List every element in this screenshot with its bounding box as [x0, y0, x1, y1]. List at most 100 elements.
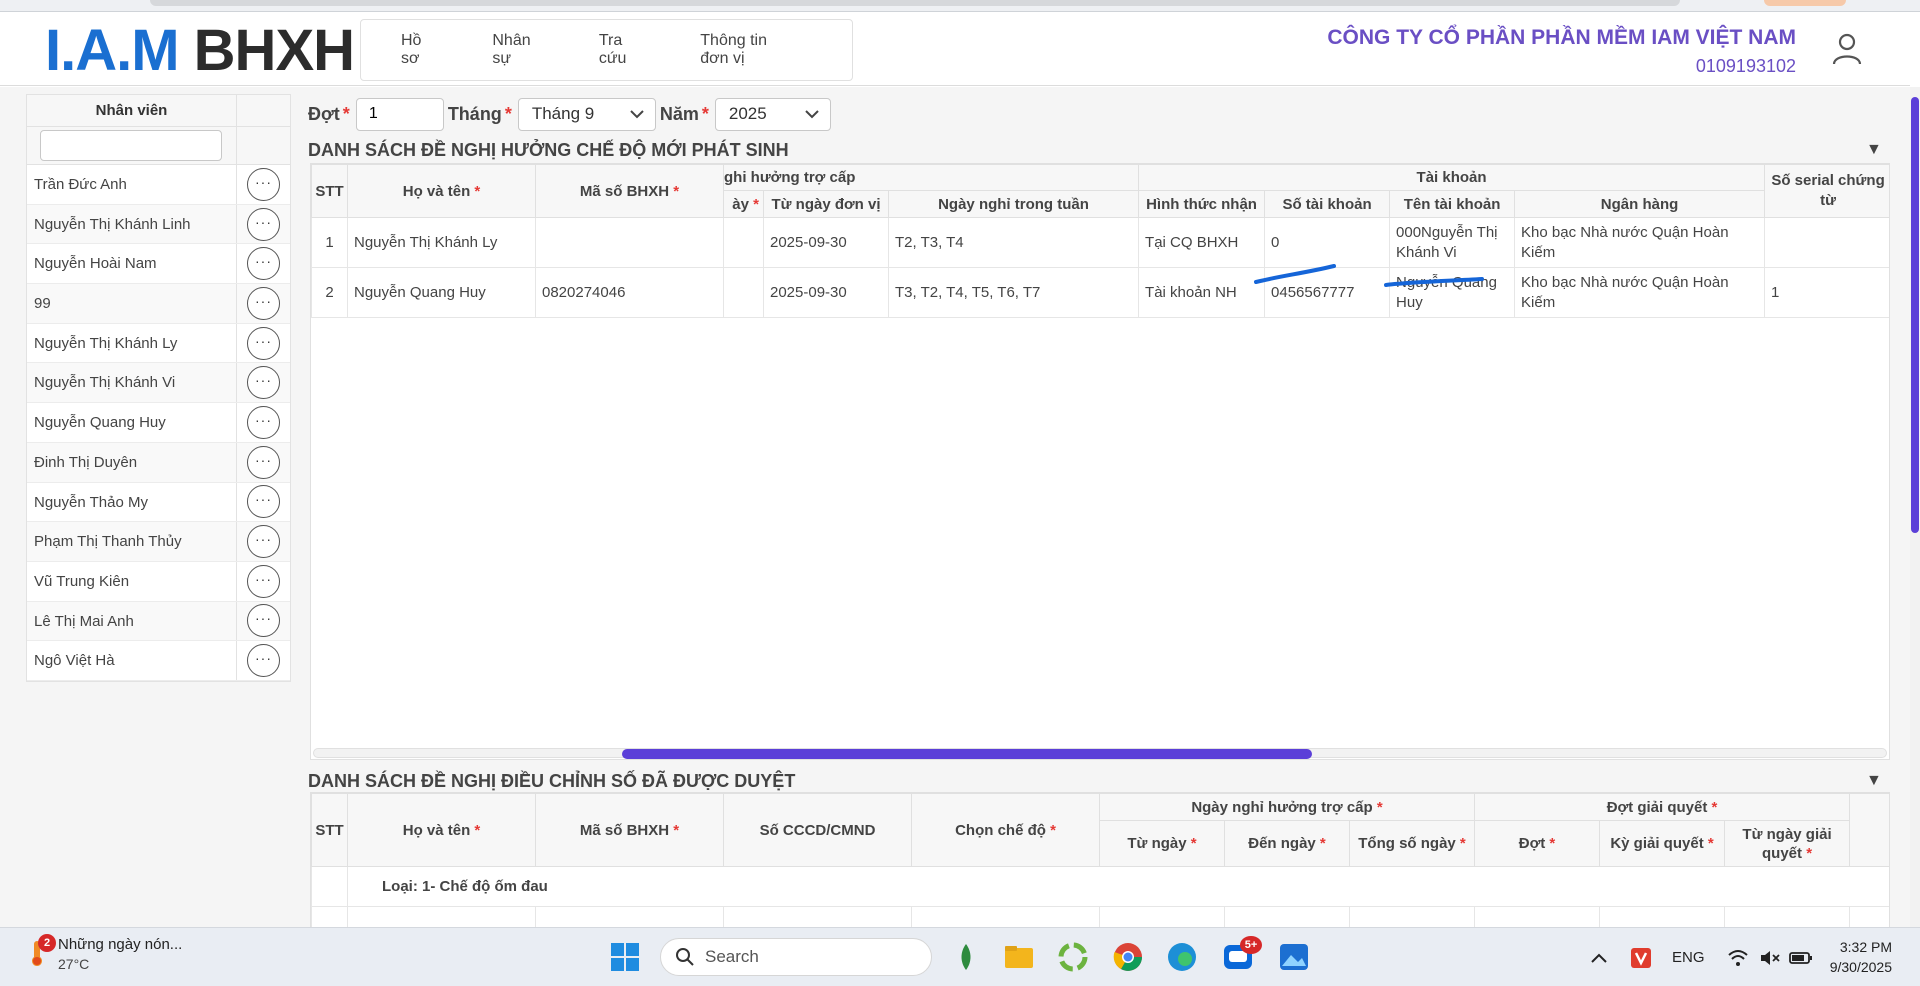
col-bhxh[interactable]: Mã số BHXH * — [535, 164, 724, 218]
cell-name[interactable]: Nguyễn Thị Khánh Ly — [347, 217, 536, 268]
app-green-icon[interactable] — [1057, 941, 1089, 973]
col2-dot[interactable]: Đợt * — [1474, 820, 1601, 867]
battery-icon[interactable] — [1788, 950, 1813, 966]
employee-name[interactable]: Nguyễn Thị Khánh Ly — [27, 323, 237, 363]
cell-receive[interactable]: Tại CQ BHXH — [1138, 217, 1266, 268]
section2-collapse-icon[interactable]: ▼ — [1866, 772, 1882, 790]
cell-bhxh[interactable] — [535, 217, 724, 268]
vertical-scrollbar[interactable] — [1910, 87, 1920, 927]
more-options-button[interactable]: ··· — [247, 405, 280, 439]
edge-icon[interactable] — [1166, 941, 1198, 973]
employee-name[interactable]: Phạm Thị Thanh Thủy — [27, 522, 237, 561]
employee-name[interactable]: Trần Đức Anh — [27, 165, 237, 204]
employee-search-input[interactable] — [40, 130, 222, 161]
more-options-button[interactable]: ··· — [247, 604, 280, 638]
nav-ho-so[interactable]: Hồ sơ — [401, 32, 437, 68]
cell-acc-name[interactable]: 000Nguyễn Thị Khánh Vi — [1389, 217, 1516, 268]
col2-regime[interactable]: Chọn chế độ * — [911, 793, 1100, 867]
employee-name[interactable]: Nguyễn Thảo My — [27, 482, 237, 522]
nam-select[interactable]: 2025 — [714, 97, 831, 131]
employee-row[interactable]: Nguyễn Thị Khánh Vi ··· — [27, 363, 290, 404]
cell-weekdays[interactable]: T2, T3, T4 — [887, 217, 1140, 268]
weather-widget[interactable]: 2 Những ngày nón... 27°C — [26, 934, 182, 972]
chrome-icon[interactable] — [1112, 941, 1144, 973]
horizontal-scrollbar[interactable] — [313, 748, 1887, 759]
employee-row[interactable]: Trần Đức Anh ··· — [27, 165, 290, 205]
photos-icon[interactable] — [1278, 941, 1310, 973]
user-icon[interactable] — [1832, 32, 1862, 66]
employee-name[interactable]: Nguyễn Thị Khánh Linh — [27, 204, 237, 244]
more-options-button[interactable]: ··· — [247, 644, 280, 678]
employee-name[interactable]: Ngô Việt Hà — [27, 641, 237, 680]
nav-nhan-su[interactable]: Nhân sự — [492, 32, 543, 68]
vertical-scroll-thumb[interactable] — [1911, 97, 1919, 533]
mongodb-icon[interactable] — [950, 941, 982, 973]
more-options-button[interactable]: ··· — [247, 167, 280, 201]
cell-partial[interactable] — [723, 267, 764, 318]
cell-bank[interactable]: Kho bạc Nhà nước Quận Hoàn Kiếm — [1514, 267, 1766, 318]
cell-receive[interactable]: Tài khoản NH — [1138, 267, 1266, 318]
col2-cccd[interactable]: Số CCCD/CMND — [723, 793, 912, 867]
cell-acc-no[interactable]: 0 — [1264, 217, 1391, 268]
employee-name[interactable]: Nguyễn Thị Khánh Vi — [27, 363, 237, 403]
cell-weekdays[interactable]: T3, T2, T4, T5, T6, T7 — [887, 267, 1140, 318]
speaker-muted-icon[interactable] — [1759, 949, 1781, 967]
col-partial[interactable]: ày * — [723, 190, 764, 218]
col-from-unit[interactable]: Từ ngày đơn vị — [763, 190, 889, 218]
employee-row[interactable]: Lê Thị Mai Anh ··· — [27, 601, 290, 642]
col2-total[interactable]: Tổng số ngày * — [1348, 820, 1476, 867]
employee-row[interactable]: Vũ Trung Kiên ··· — [27, 561, 290, 602]
vivaldi-tray-icon[interactable] — [1630, 947, 1652, 969]
horizontal-scroll-thumb[interactable] — [622, 749, 1312, 759]
cell-bhxh[interactable]: 0820274046 — [535, 267, 724, 318]
group-row-label[interactable]: Loại: 1- Chế độ ốm đau — [347, 866, 1889, 907]
more-options-button[interactable]: ··· — [247, 207, 280, 241]
col-name[interactable]: Họ và tên * — [347, 164, 536, 218]
taskbar-search[interactable]: Search — [660, 938, 932, 976]
col2-name[interactable]: Họ và tên * — [347, 793, 536, 867]
app-logo[interactable]: I.A.M BHXH — [45, 22, 355, 80]
employee-row[interactable]: Đinh Thị Duyên ··· — [27, 442, 290, 483]
employee-row[interactable]: Nguyễn Thị Khánh Ly ··· — [27, 323, 290, 364]
employee-row[interactable]: Nguyễn Thảo My ··· — [27, 482, 290, 523]
chevron-up-icon[interactable] — [1590, 952, 1608, 964]
language-indicator[interactable]: ENG — [1672, 949, 1705, 966]
browser-address-bar[interactable] — [150, 0, 1680, 6]
col-acc-name[interactable]: Tên tài khoản — [1389, 190, 1516, 218]
browser-action-button[interactable] — [1764, 0, 1846, 6]
file-explorer-icon[interactable] — [1003, 941, 1035, 973]
col2-from-period[interactable]: Từ ngày giải quyết * — [1724, 820, 1851, 867]
table-row[interactable]: 2 Nguyễn Quang Huy 0820274046 2025-09-30 T3,… — [311, 267, 1889, 318]
cell-bank[interactable]: Kho bạc Nhà nước Quận Hoàn Kiếm — [1514, 217, 1766, 268]
employee-row[interactable]: Nguyễn Hoài Nam ··· — [27, 244, 290, 285]
employee-name[interactable]: Nguyễn Quang Huy — [27, 403, 237, 442]
cell-serial[interactable]: 1 — [1764, 267, 1889, 318]
col2-from[interactable]: Từ ngày * — [1099, 820, 1225, 867]
col2-bhxh[interactable]: Mã số BHXH * — [535, 793, 724, 867]
col-bank[interactable]: Ngân hàng — [1514, 190, 1766, 218]
table-row[interactable]: 1 Nguyễn Thị Khánh Ly 2025-09-30 T2, T3, T4… — [311, 217, 1889, 268]
employee-row[interactable]: Nguyễn Thị Khánh Linh ··· — [27, 204, 290, 245]
employee-name[interactable]: Lê Thị Mai Anh — [27, 601, 237, 641]
nav-tra-cuu[interactable]: Tra cứu — [599, 32, 645, 68]
more-options-button[interactable]: ··· — [247, 286, 280, 320]
thang-select[interactable]: Tháng 9 — [517, 97, 656, 131]
cell-serial[interactable] — [1764, 217, 1889, 268]
col-receive[interactable]: Hình thức nhận — [1138, 190, 1266, 218]
employee-row[interactable]: Ngô Việt Hà ··· — [27, 641, 290, 681]
section1-collapse-icon[interactable]: ▼ — [1866, 141, 1882, 159]
cell-from-unit[interactable]: 2025-09-30 — [763, 267, 889, 318]
employee-name[interactable]: Vũ Trung Kiên — [27, 561, 237, 601]
system-clock[interactable]: 3:32 PM 9/30/2025 — [1822, 937, 1892, 977]
col2-ky[interactable]: Kỳ giải quyết * — [1599, 820, 1726, 867]
dot-input[interactable] — [355, 97, 444, 131]
cell-name[interactable]: Nguyễn Quang Huy — [347, 267, 536, 318]
nav-thong-tin-don-vi[interactable]: Thông tin đơn vị — [700, 32, 797, 68]
more-options-button[interactable]: ··· — [247, 247, 280, 281]
employee-row[interactable]: Nguyễn Quang Huy ··· — [27, 403, 290, 443]
cell-partial[interactable] — [723, 217, 764, 268]
more-options-button[interactable]: ··· — [247, 564, 280, 598]
employee-name[interactable]: Nguyễn Hoài Nam — [27, 244, 237, 284]
wifi-icon[interactable] — [1727, 949, 1749, 967]
col-weekdays[interactable]: Ngày nghỉ trong tuần — [887, 190, 1140, 218]
